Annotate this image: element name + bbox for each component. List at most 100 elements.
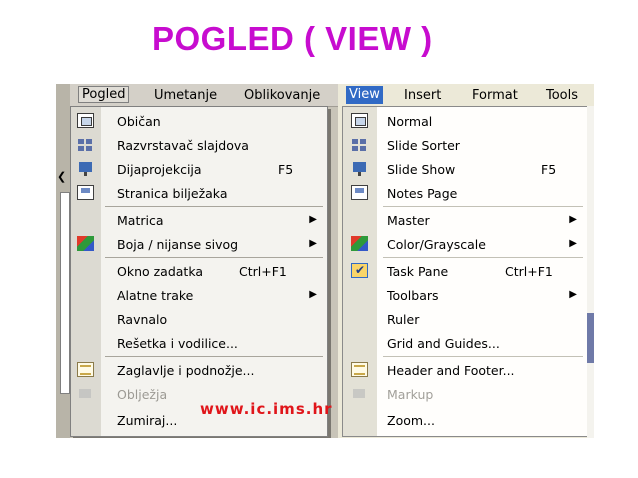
croatian-menu-screenshot: ❮ Pogled Umetanje Oblikovanje Običan Raz…	[56, 84, 338, 438]
menu-item-stranica-biljezaka[interactable]: Stranica bilježaka	[71, 181, 327, 205]
menu-item-dijaprojekcija[interactable]: Dijaprojekcija F5	[71, 157, 327, 181]
menu-item-toolbars[interactable]: Toolbars ▶	[343, 283, 587, 307]
watermark-text: www.ic.ims.hr	[200, 400, 333, 418]
menu-item-zaglavlje[interactable]: Zaglavlje i podnožje...	[71, 358, 327, 382]
menu-item-color-grayscale[interactable]: Color/Grayscale ▶	[343, 232, 587, 256]
menu-item-label: Okno zadatka	[117, 264, 204, 279]
normal-view-icon	[77, 113, 94, 128]
menu-item-okno-zadatka[interactable]: Okno zadatka Ctrl+F1	[71, 259, 327, 283]
menu-item-label: Notes Page	[387, 186, 458, 201]
menu-item-label: Običan	[117, 114, 161, 129]
english-menu-screenshot: View Insert Format Tools Normal Slide So…	[338, 84, 594, 438]
markup-icon	[351, 386, 368, 401]
menu-item-master[interactable]: Master ▶	[343, 208, 587, 232]
menu-item-normal[interactable]: Normal	[343, 109, 587, 133]
menu-item-label: Grid and Guides...	[387, 336, 500, 351]
view-dropdown-menu: Normal Slide Sorter Slide Show F5 Notes …	[342, 106, 588, 437]
shortcut-label: Ctrl+F1	[239, 264, 287, 279]
scrollbar-thumb[interactable]	[587, 313, 594, 363]
color-grayscale-icon	[351, 236, 368, 251]
menu-item-label: Rešetka i vodilice...	[117, 336, 238, 351]
menu-item-resetka[interactable]: Rešetka i vodilice...	[71, 331, 327, 355]
menu-item-obican[interactable]: Običan	[71, 109, 327, 133]
menu-oblikovanje[interactable]: Oblikovanje	[244, 88, 320, 103]
menu-item-header-footer[interactable]: Header and Footer...	[343, 358, 587, 382]
slide-sorter-icon	[351, 137, 368, 152]
slide-show-icon	[77, 161, 94, 176]
menu-separator	[105, 206, 323, 207]
menu-item-label: Toolbars	[387, 288, 439, 303]
submenu-arrow-icon: ▶	[569, 238, 577, 249]
menu-item-label: Master	[387, 213, 430, 228]
menu-tools[interactable]: Tools	[546, 88, 578, 103]
document-edge	[60, 192, 70, 394]
view-dropdown-menu: Običan Razvrstavač slajdova Dijaprojekci…	[70, 106, 328, 437]
menu-item-label: Oblježja	[117, 387, 168, 402]
menu-separator	[383, 257, 583, 258]
menu-separator	[105, 257, 323, 258]
menu-separator	[383, 206, 583, 207]
menu-item-label: Markup	[387, 387, 434, 402]
menu-insert[interactable]: Insert	[404, 88, 441, 103]
shortcut-label: F5	[278, 162, 294, 177]
menubar: Pogled Umetanje Oblikovanje	[70, 84, 338, 107]
slide-show-icon	[351, 161, 368, 176]
menu-item-label: Alatne trake	[117, 288, 194, 303]
menu-format[interactable]: Format	[472, 88, 518, 103]
menu-item-label: Task Pane	[387, 264, 449, 279]
slide-sorter-icon	[77, 137, 94, 152]
scroll-left-icon[interactable]: ❮	[57, 170, 66, 183]
normal-view-icon	[351, 113, 368, 128]
menu-item-label: Stranica bilježaka	[117, 186, 228, 201]
shortcut-label: Ctrl+F1	[505, 264, 553, 279]
notes-page-icon	[351, 185, 368, 200]
menu-umetanje[interactable]: Umetanje	[154, 88, 217, 103]
menu-item-ravnalo[interactable]: Ravnalo	[71, 307, 327, 331]
menu-pogled[interactable]: Pogled	[78, 86, 130, 103]
menu-item-zoom[interactable]: Zoom...	[343, 408, 587, 432]
submenu-arrow-icon: ▶	[569, 289, 577, 300]
menu-separator	[105, 356, 323, 357]
menu-item-label: Ravnalo	[117, 312, 168, 327]
menu-item-label: Normal	[387, 114, 433, 129]
menu-item-label: Razvrstavač slajdova	[117, 138, 249, 153]
menu-item-label: Matrica	[117, 213, 164, 228]
menu-item-label: Ruler	[387, 312, 420, 327]
header-footer-icon	[77, 362, 94, 377]
menu-item-label: Slide Sorter	[387, 138, 460, 153]
color-grayscale-icon	[77, 236, 94, 251]
menu-item-label: Zoom...	[387, 413, 435, 428]
menu-item-markup: Markup	[343, 382, 587, 406]
window-edge	[587, 106, 594, 438]
menu-separator	[383, 356, 583, 357]
submenu-arrow-icon: ▶	[309, 238, 317, 249]
menu-item-label: Boja / nijanse sivog	[117, 237, 239, 252]
submenu-arrow-icon: ▶	[309, 289, 317, 300]
menu-item-label: Header and Footer...	[387, 363, 515, 378]
submenu-arrow-icon: ▶	[309, 214, 317, 225]
menu-item-slide-show[interactable]: Slide Show F5	[343, 157, 587, 181]
menu-item-matrica[interactable]: Matrica ▶	[71, 208, 327, 232]
menu-item-slide-sorter[interactable]: Slide Sorter	[343, 133, 587, 157]
menu-view[interactable]: View	[346, 86, 383, 104]
menu-item-label: Color/Grayscale	[387, 237, 486, 252]
menu-item-razvrstavac[interactable]: Razvrstavač slajdova	[71, 133, 327, 157]
menu-item-label: Slide Show	[387, 162, 456, 177]
slide-title: POGLED ( VIEW )	[152, 20, 433, 57]
shortcut-label: F5	[541, 162, 557, 177]
menu-item-label: Zumiraj...	[117, 413, 178, 428]
menubar: View Insert Format Tools	[338, 84, 594, 106]
menu-item-task-pane[interactable]: Task Pane Ctrl+F1	[343, 259, 587, 283]
menu-item-grid-guides[interactable]: Grid and Guides...	[343, 331, 587, 355]
markup-icon	[77, 386, 94, 401]
check-icon	[351, 263, 368, 278]
submenu-arrow-icon: ▶	[569, 214, 577, 225]
menu-item-notes-page[interactable]: Notes Page	[343, 181, 587, 205]
menu-item-boja[interactable]: Boja / nijanse sivog ▶	[71, 232, 327, 256]
menu-item-label: Zaglavlje i podnožje...	[117, 363, 255, 378]
menu-item-alatne-trake[interactable]: Alatne trake ▶	[71, 283, 327, 307]
window-background: ❮	[56, 84, 70, 438]
header-footer-icon	[351, 362, 368, 377]
menu-item-ruler[interactable]: Ruler	[343, 307, 587, 331]
notes-page-icon	[77, 185, 94, 200]
